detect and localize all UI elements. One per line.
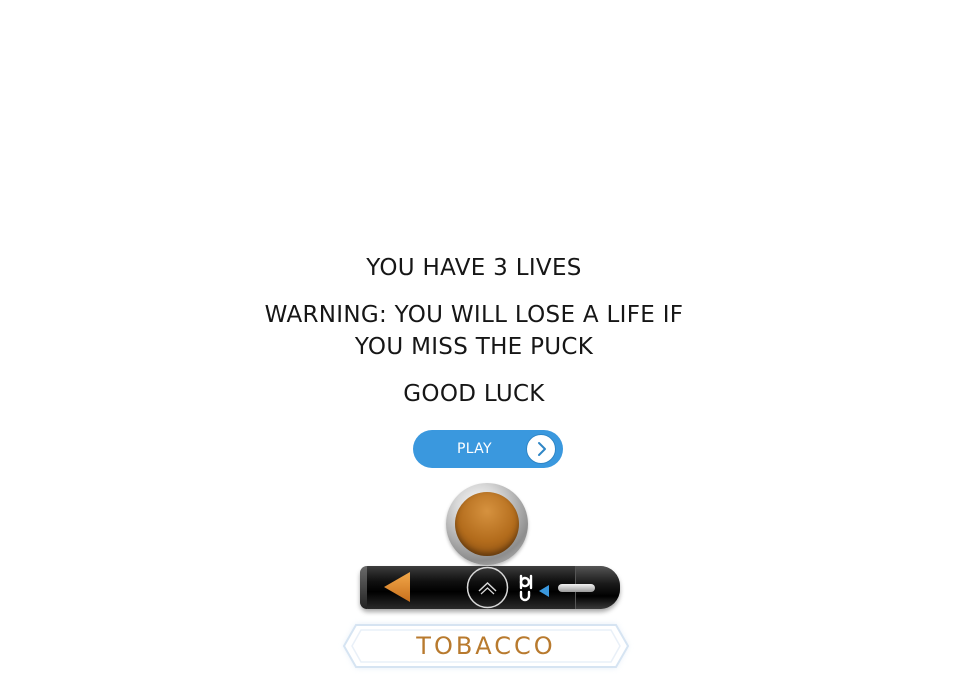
chevron-up-icon	[466, 566, 509, 609]
paddle[interactable]	[360, 566, 620, 609]
good-luck-message: GOOD LUCK	[403, 381, 545, 407]
paddle-cap	[360, 566, 367, 609]
flavor-label: TOBACCO	[416, 632, 556, 660]
warning-line-2: YOU MISS THE PUCK	[354, 334, 594, 360]
flavor-banner: TOBACCO	[330, 618, 642, 674]
play-button-label: PLAY	[457, 441, 492, 457]
chevron-right-icon	[526, 434, 556, 464]
pointer-icon	[538, 582, 550, 597]
lives-message: YOU HAVE 3 LIVES	[366, 255, 582, 281]
puck-core	[455, 492, 519, 556]
warning-line-1: WARNING: YOU WILL LOSE A LIFE IF	[264, 302, 684, 328]
paddle-led	[558, 584, 595, 592]
triangle-left-icon	[380, 570, 414, 604]
play-button[interactable]: PLAY	[413, 430, 563, 468]
warning-message: WARNING: YOU WILL LOSE A LIFE IF YOU MIS…	[0, 299, 948, 363]
puck	[446, 483, 528, 565]
